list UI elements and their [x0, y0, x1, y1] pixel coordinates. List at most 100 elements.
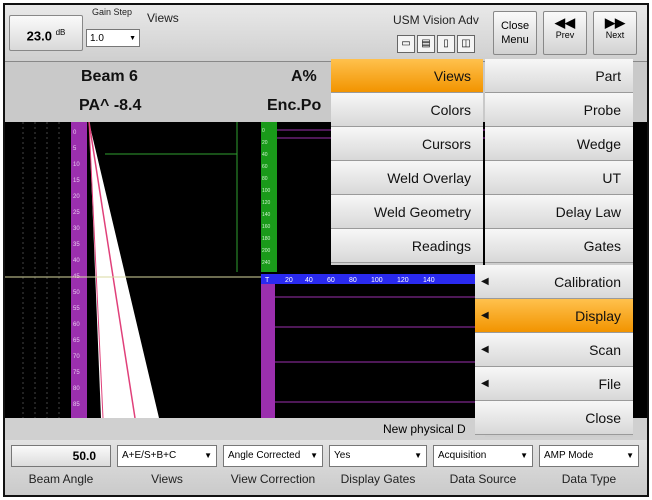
parameter-bar: 50.0 Beam Angle A+E/S+B+C ▼ Views Angle C…: [5, 440, 647, 495]
submenu-item-colors[interactable]: Colors: [331, 93, 483, 127]
svg-text:65: 65: [73, 338, 80, 344]
beam-angle-field[interactable]: 50.0: [11, 445, 111, 467]
amplitude-reading: A%: [291, 68, 317, 85]
svg-text:40: 40: [262, 152, 268, 158]
chevron-down-icon: ▼: [310, 451, 318, 460]
svg-text:75: 75: [73, 370, 80, 376]
submenu-item-cursors[interactable]: Cursors: [331, 127, 483, 161]
submenu-item-label: Views: [433, 68, 471, 84]
svg-text:40: 40: [305, 277, 313, 284]
views-submenu: Views Colors Cursors Weld Overlay Weld G…: [331, 59, 483, 265]
menu-item-ut[interactable]: UT: [485, 161, 633, 195]
gain-value-button[interactable]: 23.0 dB: [9, 15, 83, 51]
submenu-item-label: Weld Geometry: [374, 204, 471, 220]
svg-text:85: 85: [73, 402, 80, 408]
gain-step-label: Gain Step: [92, 7, 133, 17]
svg-text:25: 25: [73, 210, 80, 216]
submenu-item-weld-geometry[interactable]: Weld Geometry: [331, 195, 483, 229]
svg-text:100: 100: [262, 188, 271, 194]
data-type-select[interactable]: AMP Mode ▼: [539, 445, 639, 467]
svg-text:35: 35: [73, 242, 80, 248]
svg-text:120: 120: [397, 277, 409, 284]
svg-text:20: 20: [262, 140, 268, 146]
submenu-item-weld-overlay[interactable]: Weld Overlay: [331, 161, 483, 195]
views-title: Views: [147, 11, 179, 25]
svg-text:10: 10: [73, 162, 80, 168]
svg-text:60: 60: [262, 164, 268, 170]
beam-reading: Beam 6: [81, 68, 138, 85]
menu-item-file[interactable]: ◀ File: [475, 367, 633, 401]
view-correction-select[interactable]: Angle Corrected ▼: [223, 445, 323, 467]
menu-item-label: Close: [585, 410, 621, 426]
menu-item-label: Display: [575, 308, 621, 324]
submenu-item-views[interactable]: Views: [331, 59, 483, 93]
prev-button[interactable]: ◀◀ Prev: [543, 11, 587, 55]
svg-text:140: 140: [423, 277, 435, 284]
view-correction-label: View Correction: [230, 472, 316, 486]
layout-icon-2[interactable]: ▤: [417, 35, 435, 53]
s-scan-sector: [89, 122, 159, 418]
svg-text:80: 80: [262, 176, 268, 182]
svg-text:100: 100: [371, 277, 383, 284]
menu-item-probe[interactable]: Probe: [485, 93, 633, 127]
menu-item-scan[interactable]: ◀ Scan: [475, 333, 633, 367]
menu-item-display[interactable]: ◀ Display: [475, 299, 633, 333]
svg-text:40: 40: [73, 258, 80, 264]
close-menu-button[interactable]: Close Menu: [493, 11, 537, 55]
fast-forward-icon: ▶▶: [605, 15, 625, 30]
top-toolbar: 23.0 dB Gain Step 1.0 ▼ Views USM Vision …: [5, 5, 647, 62]
a-scan-grid: [22, 122, 60, 418]
submenu-item-label: Cursors: [421, 136, 471, 152]
svg-text:160: 160: [262, 224, 271, 230]
svg-text:80: 80: [349, 277, 357, 284]
menu-item-label: Probe: [583, 102, 621, 118]
menu-item-calibration[interactable]: ◀ Calibration: [475, 265, 633, 299]
chevron-down-icon: ▼: [626, 451, 634, 460]
svg-text:240: 240: [262, 260, 271, 266]
menu-item-label: Wedge: [576, 136, 621, 152]
prev-label: Prev: [555, 30, 575, 40]
menu-item-part[interactable]: Part: [485, 59, 633, 93]
menu-item-gates[interactable]: Gates: [485, 229, 633, 263]
display-gates-select[interactable]: Yes ▼: [329, 445, 427, 467]
menu-item-label: File: [598, 376, 621, 392]
gain-step-select[interactable]: 1.0 ▼: [86, 29, 140, 47]
menu-item-wedge[interactable]: Wedge: [485, 127, 633, 161]
ultrasonic-app-window: 23.0 dB Gain Step 1.0 ▼ Views USM Vision …: [3, 3, 649, 497]
view-correction-value: Angle Corrected: [228, 450, 301, 461]
svg-text:140: 140: [262, 212, 271, 218]
menu-item-label: UT: [602, 170, 621, 186]
menu-item-label: Calibration: [554, 274, 621, 290]
views-select[interactable]: A+E/S+B+C ▼: [117, 445, 217, 467]
data-type-value: AMP Mode: [544, 450, 594, 461]
data-type-label: Data Type: [561, 472, 617, 486]
rewind-icon: ◀◀: [555, 15, 575, 30]
beam-angle-value: 50.0: [72, 449, 96, 463]
beam-angle-label: Beam Angle: [28, 472, 94, 486]
layout-icon-4[interactable]: ◫: [457, 35, 475, 53]
gain-unit: dB: [55, 28, 66, 37]
menu-item-label: Delay Law: [555, 204, 621, 220]
gain-value: 23.0: [26, 28, 52, 44]
data-source-select[interactable]: Acquisition ▼: [433, 445, 533, 467]
svg-text:60: 60: [327, 277, 335, 284]
triangle-left-icon: ◀: [481, 310, 489, 321]
display-gates-label: Display Gates: [340, 472, 416, 486]
layout-icon-3[interactable]: ▯: [437, 35, 455, 53]
data-source-value: Acquisition: [438, 450, 487, 461]
views-value: A+E/S+B+C: [122, 450, 177, 461]
c-scan-lines: [275, 296, 495, 403]
svg-text:20: 20: [285, 277, 293, 284]
svg-text:70: 70: [73, 354, 80, 360]
svg-text:55: 55: [73, 306, 80, 312]
next-label: Next: [605, 30, 625, 40]
depth-scale-right: [261, 284, 275, 418]
submenu-item-readings[interactable]: Readings: [331, 229, 483, 263]
views-label: Views: [151, 472, 183, 486]
menu-item-label: Gates: [583, 238, 621, 254]
menu-item-delay-law[interactable]: Delay Law: [485, 195, 633, 229]
layout-icon-1[interactable]: ▭: [397, 35, 415, 53]
submenu-item-label: Colors: [430, 102, 471, 118]
next-button[interactable]: ▶▶ Next: [593, 11, 637, 55]
menu-item-close[interactable]: Close: [475, 401, 633, 435]
